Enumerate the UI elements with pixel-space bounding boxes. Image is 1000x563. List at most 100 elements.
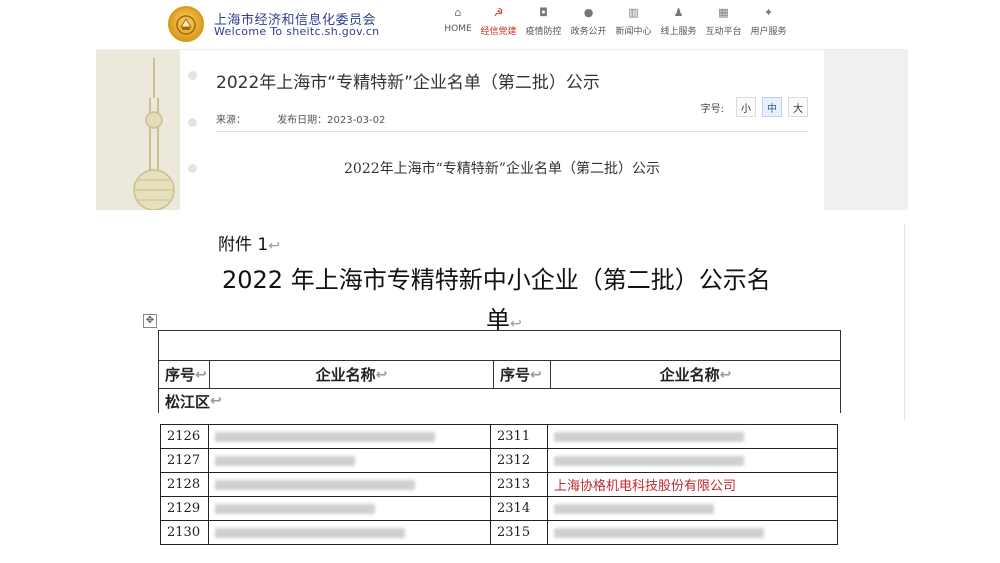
user-service-icon: ♟ [673,6,684,19]
redacted-text [215,527,405,538]
left-company-name-redacted [208,520,491,545]
left-company-name-redacted [208,448,491,473]
header-name-text: 企业名称 [315,366,376,384]
left-company-name-redacted [208,496,491,521]
header-index-text: 序号 [165,366,196,384]
attachment-label: 附件 1↩ [218,230,280,255]
tower-icon [133,58,175,210]
header-company-name: 企业名称 ↩ [210,361,494,388]
redacted-text [215,455,355,466]
right-company-name: 上海协格机电科技股份有限公司 [547,472,838,497]
table-row: 2126 2311 [160,424,838,449]
left-index: 2127 [160,448,209,473]
home-icon: ⌂ [454,6,462,19]
attachment-text: 附件 1 [218,235,269,255]
highlighted-company-name: 上海协格机电科技股份有限公司 [554,479,737,494]
table-row: 2128 2313 上海协格机电科技股份有限公司 [160,472,838,497]
nav-item-home[interactable]: ⌂ HOME [440,6,476,37]
government-emblem-logo[interactable] [168,6,204,42]
table-row: 2129 2314 [160,496,838,521]
company-list-table: 2126 2311 2127 2312 2128 2313 上海协格机电科技股份… [160,424,838,545]
bullet-decoration [188,118,197,127]
news-icon: ▥ [628,6,639,19]
return-mark: ↩ [530,366,542,383]
district-text: 松江区 [165,392,211,411]
empty-table-row [159,331,840,361]
left-index: 2126 [160,424,209,449]
main-nav: ⌂ HOME ☭ 经信党建 ◘ 疫情防控 ● 政务公开 ▥ 新闻中心 ♟ 线上服… [440,6,791,37]
chat-icon: ● [583,6,594,19]
right-index: 2313 [490,472,548,497]
header-index-2: 序号 ↩ [494,361,551,388]
right-company-name-redacted [547,424,838,449]
left-index: 2129 [160,496,209,521]
font-size-small-button[interactable]: 小 [736,97,756,117]
grid-icon: ▦ [718,6,729,19]
left-company-name-redacted [208,424,491,449]
site-header: 上海市经济和信息化委员会 Welcome To sheitc.sh.gov.cn… [96,0,908,50]
return-mark: ↩ [375,366,388,383]
nav-item-online-service[interactable]: ♟ 线上服务 [656,6,701,37]
redacted-text [215,503,375,514]
article-meta: 来源： 发布日期：2023-03-02 [216,111,413,126]
nav-label: 用户服务 [750,27,787,37]
redacted-text [554,503,714,514]
shield-icon: ◘ [539,6,548,19]
table-move-handle-icon[interactable]: ✥ [143,314,157,328]
left-index: 2130 [160,520,209,545]
redacted-text [554,527,764,538]
nav-label: 经信党建 [480,27,517,37]
nav-item-epidemic-control[interactable]: ◘ 疫情防控 [521,6,566,37]
oriental-pearl-tower-decoration [96,50,180,210]
article-title: 2022年上海市“专精特新”企业名单（第二批）公示 [216,73,600,93]
article-band: 2022年上海市“专精特新”企业名单（第二批）公示 来源： 发布日期：2023-… [96,50,908,210]
band-right-margin [824,50,908,210]
font-size-label: 字号: [700,103,724,115]
nav-item-party-building[interactable]: ☭ 经信党建 [476,6,521,37]
user-icon: ✦ [763,6,774,19]
nav-item-interaction-platform[interactable]: ▦ 互动平台 [701,6,746,37]
left-index: 2128 [160,472,209,497]
return-mark: ↩ [210,393,222,409]
district-label: 松江区 ↩ [159,389,840,413]
nav-label: 疫情防控 [525,27,562,37]
right-company-name-redacted [547,496,838,521]
site-name-en[interactable]: Welcome To sheitc.sh.gov.cn [214,25,379,38]
return-mark: ↩ [195,366,207,383]
document-title-line1: 2022 年上海市专精特新中小企业（第二批）公示名 [222,266,771,294]
return-mark: ↩ [268,238,280,254]
left-company-name-redacted [208,472,491,497]
table-header-row: 序号 ↩ 企业名称 ↩ 序号 ↩ 企业名称 ↩ [159,361,840,389]
nav-label: 政务公开 [570,27,607,37]
nav-label: 线上服务 [660,27,697,37]
redacted-text [554,455,744,466]
divider [904,225,905,420]
header-index-text: 序号 [500,366,531,384]
table-row: 2127 2312 [160,448,838,473]
right-index: 2314 [490,496,548,521]
document-table-header: 序号 ↩ 企业名称 ↩ 序号 ↩ 企业名称 ↩ 松江区 ↩ [158,330,841,413]
font-size-large-button[interactable]: 大 [788,97,808,117]
nav-label: 新闻中心 [615,27,652,37]
bullet-decoration [188,71,197,80]
font-size-switcher: 字号: 小 中 大 [701,97,808,117]
redacted-text [554,431,744,442]
redacted-text [215,431,435,442]
header-company-name-2: 企业名称 ↩ [551,361,840,388]
nav-item-government-affairs[interactable]: ● 政务公开 [566,6,611,37]
right-company-name-redacted [547,448,838,473]
table-row: 2130 2315 [160,520,838,545]
divider [216,131,808,132]
redacted-text [215,479,415,490]
article-panel: 2022年上海市“专精特新”企业名单（第二批）公示 来源： 发布日期：2023-… [180,50,824,210]
right-index: 2312 [490,448,548,473]
header-index: 序号 ↩ [159,361,210,388]
right-index: 2311 [490,424,548,449]
nav-item-news-center[interactable]: ▥ 新闻中心 [611,6,656,37]
font-size-medium-button[interactable]: 中 [762,97,782,117]
nav-item-user-service[interactable]: ✦ 用户服务 [746,6,791,37]
nav-label: 互动平台 [705,27,742,37]
right-index: 2315 [490,520,548,545]
right-company-name-redacted [547,520,838,545]
party-emblem-icon: ☭ [493,6,504,19]
